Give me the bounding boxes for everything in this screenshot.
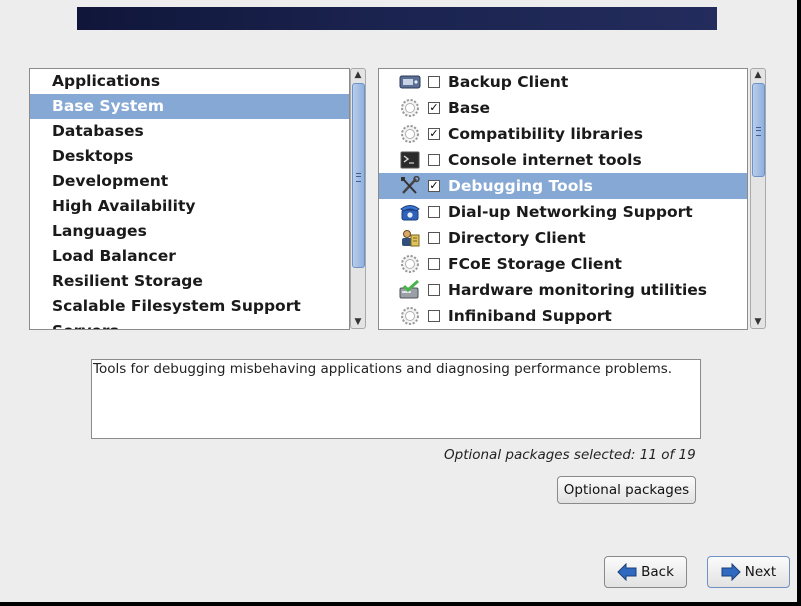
installer-window: Applications Base System Databases Desktops… <box>0 0 797 602</box>
package-row[interactable]: Infiniband Support <box>379 303 747 329</box>
package-checkbox[interactable] <box>428 154 440 166</box>
back-arrow-icon <box>617 563 637 581</box>
group-item[interactable]: Resilient Storage <box>30 269 349 294</box>
package-checkbox[interactable]: ✓ <box>428 102 440 114</box>
package-row[interactable]: Hardware monitoring utilities <box>379 277 747 303</box>
scroll-down-arrow-icon[interactable]: ▼ <box>751 316 765 328</box>
package-row[interactable]: ✓ Compatibility libraries <box>379 121 747 147</box>
optional-packages-button[interactable]: Optional packages <box>557 476 696 504</box>
header-banner <box>77 7 717 30</box>
next-button-label: Next <box>744 564 777 580</box>
package-row[interactable]: Dial-up Networking Support <box>379 199 747 225</box>
package-checkbox[interactable] <box>428 232 440 244</box>
group-item[interactable]: Servers <box>30 319 349 329</box>
group-list-scroll-thumb[interactable] <box>352 83 365 268</box>
back-button[interactable]: Back <box>604 556 687 588</box>
package-checkbox[interactable] <box>428 310 440 322</box>
gear-icon <box>399 124 421 144</box>
package-label: Infiniband Support <box>448 307 612 325</box>
scroll-up-arrow-icon[interactable]: ▲ <box>351 69 365 81</box>
package-checkbox[interactable] <box>428 206 440 218</box>
package-checkbox[interactable]: ✓ <box>428 128 440 140</box>
package-description-text: Tools for debugging misbehaving applicat… <box>93 361 673 377</box>
package-label: Backup Client <box>448 73 569 91</box>
scroll-up-arrow-icon[interactable]: ▲ <box>751 69 765 81</box>
package-checkbox[interactable] <box>428 76 440 88</box>
gear-icon <box>399 254 421 274</box>
package-checkbox[interactable] <box>428 284 440 296</box>
group-item[interactable]: Development <box>30 169 349 194</box>
next-button[interactable]: Next <box>707 556 790 588</box>
package-description-box: Tools for debugging misbehaving applicat… <box>91 359 701 439</box>
package-label: Directory Client <box>448 229 586 247</box>
package-row[interactable]: ✓ Debugging Tools <box>379 173 747 199</box>
optional-packages-status: Optional packages selected: 11 of 19 <box>444 447 696 463</box>
package-row[interactable]: FCoE Storage Client <box>379 251 747 277</box>
package-row[interactable]: ✓ Base <box>379 95 747 121</box>
package-group-list[interactable]: Applications Base System Databases Desktops… <box>29 68 350 330</box>
group-item[interactable]: Load Balancer <box>30 244 349 269</box>
wrench-screwdriver-icon <box>399 176 421 196</box>
forward-arrow-icon <box>721 563 741 581</box>
directory-users-icon <box>399 228 421 248</box>
package-checkbox[interactable]: ✓ <box>428 180 440 192</box>
package-label: Compatibility libraries <box>448 125 643 143</box>
group-item[interactable]: Applications <box>30 69 349 94</box>
package-row[interactable]: Console internet tools <box>379 147 747 173</box>
package-label: Hardware monitoring utilities <box>448 281 708 299</box>
package-list[interactable]: Backup Client ✓ Base ✓ Compatibility librari… <box>378 68 748 330</box>
group-list-scrollbar[interactable]: ▲ ▼ <box>350 68 366 329</box>
group-item[interactable]: Languages <box>30 219 349 244</box>
hardware-check-icon <box>399 280 421 300</box>
package-label: Dial-up Networking Support <box>448 203 693 221</box>
package-row[interactable]: Directory Client <box>379 225 747 251</box>
gear-icon <box>399 98 421 118</box>
group-item[interactable]: Desktops <box>30 144 349 169</box>
package-label: Base <box>448 99 491 117</box>
terminal-icon <box>399 150 421 170</box>
gear-icon <box>399 306 421 326</box>
package-list-scroll-thumb[interactable] <box>752 83 765 177</box>
back-button-label: Back <box>641 564 674 580</box>
package-list-scrollbar[interactable]: ▲ ▼ <box>750 68 766 329</box>
package-label: Debugging Tools <box>448 177 593 195</box>
group-item[interactable]: High Availability <box>30 194 349 219</box>
telephone-icon <box>399 202 421 222</box>
package-checkbox[interactable] <box>428 258 440 270</box>
backup-drive-icon <box>399 72 421 92</box>
package-label: Console internet tools <box>448 151 642 169</box>
package-row[interactable]: Backup Client <box>379 69 747 95</box>
group-item[interactable]: Scalable Filesystem Support <box>30 294 349 319</box>
package-label: FCoE Storage Client <box>448 255 622 273</box>
group-item[interactable]: Databases <box>30 119 349 144</box>
scroll-down-arrow-icon[interactable]: ▼ <box>351 316 365 328</box>
optional-packages-button-label: Optional packages <box>563 482 690 498</box>
group-item[interactable]: Base System <box>30 94 349 119</box>
